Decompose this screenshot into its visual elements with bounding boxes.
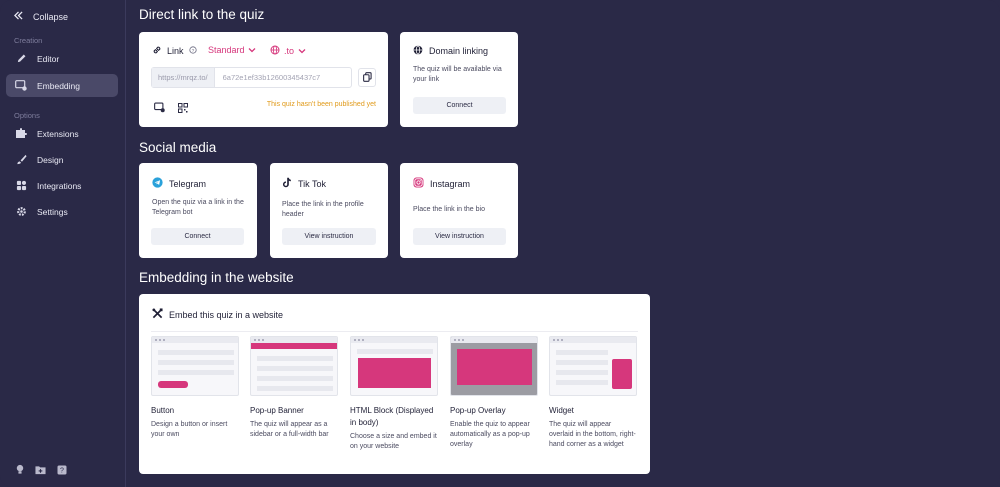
copy-button[interactable] — [358, 68, 376, 87]
url-code: 6a72e1ef33b12600345437c7 — [222, 73, 321, 82]
instagram-description: Place the link in the bio — [413, 206, 485, 213]
sidebar-item-extensions[interactable]: Extensions — [6, 122, 118, 145]
sidebar-item-label: Design — [37, 154, 64, 165]
tiktok-icon — [282, 177, 292, 190]
domain-linking-title: Domain linking — [429, 46, 489, 56]
embed-option-popup-overlay[interactable]: Pop-up Overlay Enable the quiz to appear… — [450, 336, 538, 450]
chevron-down-icon — [248, 45, 256, 55]
domain-select[interactable]: .to — [270, 45, 306, 57]
embed-option-description: Enable the quiz to appear automatically … — [450, 421, 530, 448]
svg-text:?: ? — [60, 467, 64, 474]
tools-icon — [152, 308, 163, 321]
collapse-label: Collapse — [33, 11, 69, 22]
gear-icon — [15, 206, 27, 218]
lightbulb-icon[interactable] — [14, 464, 25, 475]
section-label-options: Options — [14, 111, 40, 120]
globe-icon — [413, 45, 423, 57]
mode-select-value: Standard — [208, 45, 245, 55]
app-window: Collapse Creation Editor Embedding Optio… — [0, 0, 1000, 487]
telegram-icon — [152, 177, 163, 190]
telegram-connect-button[interactable]: Connect — [151, 228, 244, 245]
sidebar-item-label: Settings — [37, 206, 68, 217]
integrations-icon — [15, 180, 27, 192]
qr-code-icon[interactable] — [178, 100, 188, 118]
section-label-creation: Creation — [14, 36, 43, 45]
direct-link-card: Link ? Standard .to https://mrqz.to/ 6a7… — [139, 32, 388, 127]
popup-overlay-preview-thumbnail — [450, 336, 538, 396]
embed-option-button[interactable]: Button Design a button or insert your ow… — [151, 336, 239, 440]
tiktok-description: Place the link in the profile header — [282, 201, 364, 218]
help-icon[interactable]: ? — [56, 464, 67, 475]
html-block-preview-thumbnail — [350, 336, 438, 396]
widget-preview-thumbnail — [549, 336, 637, 396]
globe-icon — [270, 45, 280, 57]
embed-option-popup-banner[interactable]: Pop-up Banner The quiz will appear as a … — [250, 336, 338, 440]
sidebar-footer: ? — [14, 464, 67, 475]
section-title-embedding: Embedding in the website — [139, 270, 294, 285]
embed-option-title: Button — [151, 406, 175, 415]
telegram-title: Telegram — [169, 178, 207, 189]
link-icon — [152, 45, 162, 57]
info-icon[interactable]: ? — [188, 46, 197, 56]
sidebar-item-integrations[interactable]: Integrations — [6, 174, 118, 197]
embed-option-widget[interactable]: Widget The quiz will appear overlaid in … — [549, 336, 637, 450]
domain-linking-card: Domain linking The quiz will be availabl… — [400, 32, 518, 127]
embed-option-html-block[interactable]: HTML Block (Displayed in body) Choose a … — [350, 336, 438, 452]
embed-card-title: Embed this quiz in a website — [169, 309, 284, 320]
instagram-view-instruction-button[interactable]: View instruction — [413, 228, 506, 245]
embed-option-description: Design a button or insert your own — [151, 421, 228, 438]
mode-select[interactable]: Standard — [208, 45, 256, 55]
tiktok-title: Tik Tok — [298, 178, 327, 189]
instagram-card: Instagram Place the link in the bio View… — [400, 163, 518, 258]
telegram-description: Open the quiz via a link in the Telegram… — [152, 199, 244, 216]
telegram-card: Telegram Open the quiz via a link in the… — [139, 163, 257, 258]
domain-connect-button[interactable]: Connect — [413, 97, 506, 114]
brush-icon — [15, 154, 27, 166]
url-prefix: https://mrqz.to/ — [152, 68, 215, 87]
embed-preview-icon[interactable] — [154, 100, 165, 118]
sidebar: Collapse Creation Editor Embedding Optio… — [0, 0, 126, 487]
svg-text:?: ? — [191, 48, 194, 54]
sidebar-item-embedding[interactable]: Embedding — [6, 74, 118, 97]
embed-option-description: Choose a size and embed it on your websi… — [350, 433, 437, 450]
copy-icon — [362, 69, 372, 87]
sidebar-item-editor[interactable]: Editor — [6, 47, 118, 70]
sidebar-item-label: Editor — [37, 53, 60, 64]
domain-select-value: .to — [284, 46, 295, 56]
instagram-icon — [413, 177, 424, 190]
embed-option-description: The quiz will appear as a sidebar or a f… — [250, 421, 329, 438]
chevron-down-icon — [298, 46, 306, 56]
folder-add-icon[interactable] — [35, 464, 46, 475]
quiz-url-field[interactable]: https://mrqz.to/ 6a72e1ef33b12600345437c… — [151, 67, 352, 88]
embed-option-description: The quiz will appear overlaid in the bot… — [549, 421, 636, 448]
embed-website-card: Embed this quiz in a website Button Desi… — [139, 294, 650, 474]
embed-option-title: Widget — [549, 406, 574, 415]
collapse-button[interactable]: Collapse — [14, 11, 68, 22]
divider — [151, 331, 638, 332]
pencil-icon — [15, 53, 27, 65]
sidebar-item-label: Extensions — [37, 128, 79, 139]
sidebar-item-label: Embedding — [37, 80, 81, 91]
double-chevron-left-icon — [14, 11, 23, 22]
link-label: Link — [167, 46, 184, 56]
tiktok-card: Tik Tok Place the link in the profile he… — [270, 163, 388, 258]
embed-icon — [15, 80, 27, 92]
puzzle-icon — [15, 128, 27, 140]
section-title-direct-link: Direct link to the quiz — [139, 7, 265, 22]
sidebar-item-label: Integrations — [37, 180, 82, 191]
popup-banner-preview-thumbnail — [250, 336, 338, 396]
sidebar-item-settings[interactable]: Settings — [6, 200, 118, 223]
domain-linking-description: The quiz will be available via your link — [413, 66, 502, 83]
sidebar-item-design[interactable]: Design — [6, 148, 118, 171]
embed-option-title: Pop-up Banner — [250, 406, 304, 415]
embed-option-title: Pop-up Overlay — [450, 406, 506, 415]
embed-option-title: HTML Block (Displayed in body) — [350, 406, 434, 427]
tiktok-view-instruction-button[interactable]: View instruction — [282, 228, 376, 245]
section-title-social-media: Social media — [139, 140, 217, 155]
unpublished-warning: This quiz hasn't been published yet — [266, 101, 376, 108]
instagram-title: Instagram — [430, 178, 471, 189]
button-preview-thumbnail — [151, 336, 239, 396]
